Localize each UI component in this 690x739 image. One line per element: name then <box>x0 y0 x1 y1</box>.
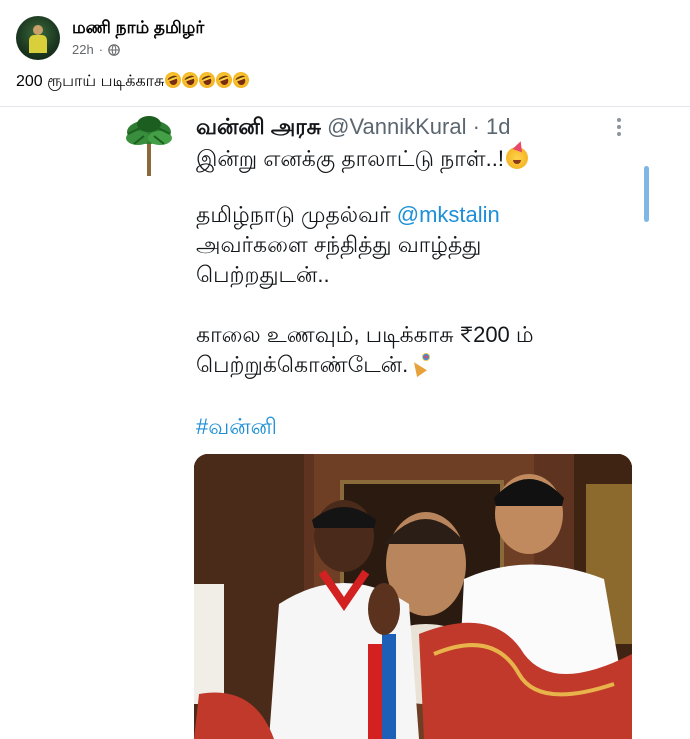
tweet-line-2: தமிழ்நாடு முதல்வர் @mkstalin <box>196 200 500 230</box>
meta-separator: · <box>98 42 104 57</box>
avatar-body <box>29 35 47 53</box>
hashtag-link[interactable]: #வன்னி <box>196 412 277 442</box>
rolling-on-floor-laughing-icon <box>180 69 201 91</box>
rolling-on-floor-laughing-icon <box>197 69 218 91</box>
avatar[interactable] <box>16 16 60 60</box>
post-header: மணி நாம் தமிழர் 22h · <box>16 16 656 64</box>
tweet-line-6-text: பெற்றுக்கொண்டேன். <box>196 352 409 377</box>
tweet-line-3: அவர்களை சந்தித்து வாழ்த்து <box>196 232 482 257</box>
partying-face-icon <box>505 147 528 169</box>
caption-emoji-row <box>163 69 252 91</box>
mention-link[interactable]: @mkstalin <box>397 202 500 227</box>
tweet-avatar <box>126 116 172 176</box>
post-meta: 22h · <box>72 42 120 57</box>
post-time[interactable]: 22h <box>72 42 94 57</box>
avatar-head <box>33 25 43 35</box>
post-caption: 200 ரூபாய் படிக்காசு <box>16 69 252 92</box>
tweet-handle: @VannikKural · 1d <box>327 114 511 139</box>
tweet-author: வன்னி அரசு @VannikKural · 1d <box>196 114 510 143</box>
rolling-on-floor-laughing-icon <box>231 69 252 91</box>
party-popper-icon <box>410 353 432 375</box>
scrollbar[interactable] <box>644 166 649 222</box>
rolling-on-floor-laughing-icon <box>163 69 184 91</box>
tweet-line-1-text: இன்று எனக்கு தாலாட்டு நாள்..! <box>196 146 504 171</box>
tweet-photo[interactable] <box>194 454 632 739</box>
tweet-screenshot[interactable]: வன்னி அரசு @VannikKural · 1d இன்று எனக்க… <box>108 108 656 739</box>
media-divider <box>0 106 690 107</box>
rolling-on-floor-laughing-icon <box>214 69 235 91</box>
globe-icon[interactable] <box>108 43 120 56</box>
page-name[interactable]: மணி நாம் தமிழர் <box>72 18 204 40</box>
facebook-post: மணி நாம் தமிழர் 22h · 200 ரூபாய் படிக்கா… <box>0 0 690 739</box>
tweet-line-4: பெற்றதுடன்.. <box>196 262 330 287</box>
tweet-line-5: காலை உணவும், படிக்காசு ₹200 ம் <box>196 322 534 347</box>
tweet-line-1: இன்று எனக்கு தாலாட்டு நாள்..! <box>196 144 528 174</box>
tweet-line-6: பெற்றுக்கொண்டேன். <box>196 350 432 380</box>
tweet-line-2-text: தமிழ்நாடு முதல்வர் <box>196 202 397 227</box>
tweet-display-name: வன்னி அரசு <box>196 114 321 139</box>
more-vertical-icon[interactable] <box>616 116 622 138</box>
caption-text: 200 ரூபாய் படிக்காசு <box>16 73 165 90</box>
